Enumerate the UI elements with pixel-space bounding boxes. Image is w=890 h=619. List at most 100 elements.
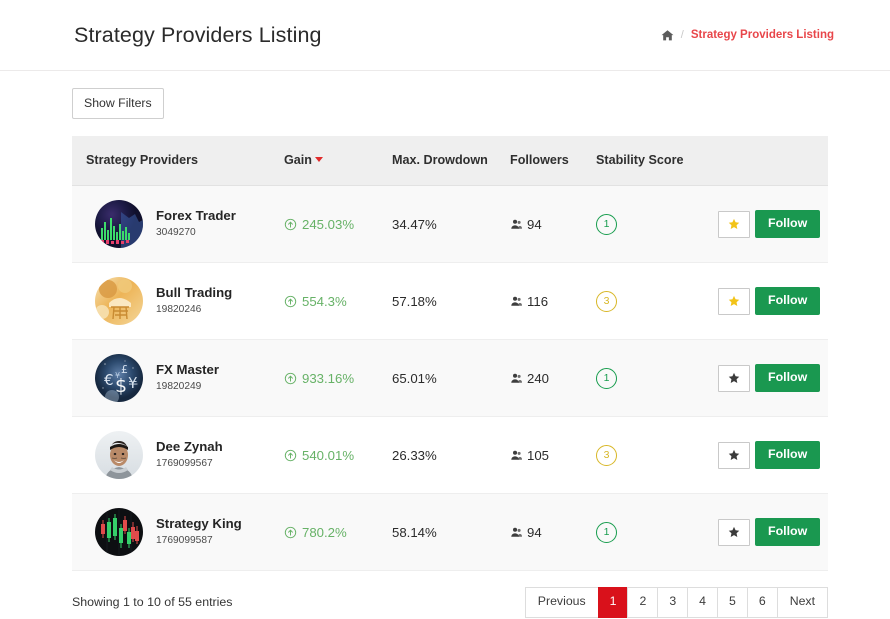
provider-id: 19820246 xyxy=(156,304,202,316)
cell-max-drawdown: 26.33% xyxy=(392,417,510,494)
cell-provider: € £ ¥ $ ¥ FX Master 19820249 xyxy=(72,340,284,417)
drawdown-value: 34.47% xyxy=(392,216,437,232)
provider-name[interactable]: Bull Trading xyxy=(156,285,232,302)
pagination-page-2[interactable]: 2 xyxy=(627,587,658,618)
gain-up-circle-icon xyxy=(284,372,297,385)
stability-score-badge: 1 xyxy=(596,213,617,235)
pagination-page-1[interactable]: 1 xyxy=(597,587,628,618)
table-row[interactable]: Dee Zynah 1769099567 540.01% 26.33% 105 … xyxy=(72,416,828,494)
cell-max-drawdown: 34.47% xyxy=(392,186,510,263)
provider-name[interactable]: Forex Trader xyxy=(156,208,236,225)
table-row[interactable]: € £ ¥ $ ¥ FX Master 19820249 933.16% 65.… xyxy=(72,339,828,417)
cell-provider: Forex Trader 3049270 xyxy=(72,186,284,263)
favorite-star-button[interactable] xyxy=(718,441,750,469)
column-label: Followers xyxy=(510,153,569,167)
stability-score-badge: 1 xyxy=(596,521,617,543)
sort-desc-caret-icon xyxy=(315,157,323,162)
cell-followers: 105 xyxy=(510,417,596,494)
followers-icon xyxy=(510,372,523,385)
favorite-star-button[interactable] xyxy=(718,287,750,315)
cell-provider: Strategy King 1769099587 xyxy=(72,494,284,571)
column-header-strategy-providers[interactable]: Strategy Providers xyxy=(72,136,284,186)
cell-actions: Follow xyxy=(718,263,828,340)
cell-stability-score: 1 xyxy=(596,186,718,263)
page-root: Strategy Providers Listing / Strategy Pr… xyxy=(0,0,890,619)
pagination-page-4[interactable]: 4 xyxy=(687,587,718,618)
provider-name[interactable]: Strategy King xyxy=(156,516,242,533)
cell-followers: 240 xyxy=(510,340,596,417)
followers-count: 94 xyxy=(527,216,542,232)
favorite-star-button[interactable] xyxy=(718,210,750,238)
followers-count: 240 xyxy=(527,370,550,386)
cell-gain: 245.03% xyxy=(284,186,392,263)
provider-id: 19820249 xyxy=(156,381,202,393)
page-header: Strategy Providers Listing / Strategy Pr… xyxy=(0,0,890,71)
drawdown-value: 26.33% xyxy=(392,447,437,463)
cell-stability-score: 3 xyxy=(596,417,718,494)
drawdown-value: 58.14% xyxy=(392,524,437,540)
pagination-page-3[interactable]: 3 xyxy=(657,587,688,618)
favorite-star-button[interactable] xyxy=(718,364,750,392)
stability-score-badge: 3 xyxy=(596,290,617,312)
cell-actions: Follow xyxy=(718,186,828,263)
drawdown-value: 65.01% xyxy=(392,370,437,386)
table-header-row: Strategy Providers Gain Max. Drowdown Fo… xyxy=(72,136,828,186)
pagination-page-5[interactable]: 5 xyxy=(717,587,747,618)
gain-value: 245.03% xyxy=(302,216,355,232)
table-row[interactable]: Forex Trader 3049270 245.03% 34.47% 94 1 xyxy=(72,185,828,263)
provider-name[interactable]: Dee Zynah xyxy=(156,439,223,456)
follow-button[interactable]: Follow xyxy=(755,210,821,238)
cell-followers: 116 xyxy=(510,263,596,340)
followers-icon xyxy=(510,295,523,308)
home-icon[interactable] xyxy=(661,29,674,42)
cell-gain: 780.2% xyxy=(284,494,392,571)
gain-up-circle-icon xyxy=(284,295,297,308)
follow-button[interactable]: Follow xyxy=(755,364,821,392)
followers-icon xyxy=(510,218,523,231)
follow-button[interactable]: Follow xyxy=(755,518,821,546)
followers-icon xyxy=(510,526,523,539)
drawdown-value: 57.18% xyxy=(392,293,437,309)
pagination-next[interactable]: Next xyxy=(776,587,828,618)
provider-name[interactable]: FX Master xyxy=(156,362,219,379)
column-label: Strategy Providers xyxy=(86,153,198,167)
gain-value: 540.01% xyxy=(302,447,355,463)
favorite-star-button[interactable] xyxy=(718,518,750,546)
column-header-gain[interactable]: Gain xyxy=(284,136,392,186)
svg-text:€: € xyxy=(104,371,114,389)
cell-actions: Follow xyxy=(718,417,828,494)
cell-gain: 540.01% xyxy=(284,417,392,494)
cell-gain: 933.16% xyxy=(284,340,392,417)
follow-button[interactable]: Follow xyxy=(755,287,821,315)
providers-table-card: Strategy Providers Gain Max. Drowdown Fo… xyxy=(72,136,834,618)
cell-followers: 94 xyxy=(510,186,596,263)
provider-id: 3049270 xyxy=(156,227,196,239)
gain-up-circle-icon xyxy=(284,526,297,539)
cell-gain: 554.3% xyxy=(284,263,392,340)
table-footer: Showing 1 to 10 of 55 entries Previous 1 2… xyxy=(72,571,828,618)
stability-score-badge: 3 xyxy=(596,444,617,466)
cell-stability-score: 1 xyxy=(596,340,718,417)
table-body: Forex Trader 3049270 245.03% 34.47% 94 1 xyxy=(72,185,828,571)
breadcrumb-current[interactable]: Strategy Providers Listing xyxy=(691,29,834,41)
table-row[interactable]: Bull Trading 19820246 554.3% 57.18% 116 … xyxy=(72,262,828,340)
cell-stability-score: 3 xyxy=(596,263,718,340)
follow-button[interactable]: Follow xyxy=(755,441,821,469)
table-row[interactable]: Strategy King 1769099587 780.2% 58.14% 9… xyxy=(72,493,828,571)
cell-provider: Dee Zynah 1769099567 xyxy=(72,417,284,494)
column-header-max-drawdown[interactable]: Max. Drowdown xyxy=(392,136,510,186)
show-filters-button[interactable]: Show Filters xyxy=(72,88,164,119)
breadcrumb: / Strategy Providers Listing xyxy=(661,29,834,42)
column-header-followers[interactable]: Followers xyxy=(510,136,596,186)
followers-count: 116 xyxy=(527,293,549,309)
cell-actions: Follow xyxy=(718,340,828,417)
pagination-page-6[interactable]: 6 xyxy=(746,587,777,618)
column-header-stability-score[interactable]: Stability Score xyxy=(596,136,718,186)
entries-info: Showing 1 to 10 of 55 entries xyxy=(72,595,233,610)
column-label: Gain xyxy=(284,153,312,167)
avatar xyxy=(95,200,143,248)
avatar xyxy=(95,431,143,479)
pagination-previous[interactable]: Previous xyxy=(524,587,598,618)
table-head: Strategy Providers Gain Max. Drowdown Fo… xyxy=(72,136,828,186)
provider-id: 1769099587 xyxy=(156,535,213,547)
